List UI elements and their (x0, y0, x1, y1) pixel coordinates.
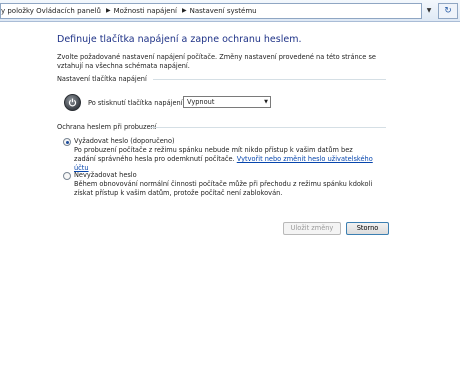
cancel-button[interactable]: Storno (346, 222, 389, 235)
page-title: Definuje tlačítka napájení a zapne ochra… (57, 34, 302, 45)
address-bar: y položky Ovládacích panelů ▶ Možnosti nap… (0, 0, 460, 22)
save-changes-button[interactable]: Uložit změny (283, 222, 341, 235)
chevron-down-icon: ▼ (264, 99, 268, 105)
chevron-right-icon[interactable]: ▶ (179, 7, 190, 14)
page-description: Zvolte požadované nastavení napájení poč… (57, 53, 376, 70)
no-password-label[interactable]: Nevyžadovat heslo (74, 171, 137, 179)
main-content: Definuje tlačítka napájení a zapne ochra… (0, 22, 460, 368)
chevron-right-icon[interactable]: ▶ (103, 7, 114, 14)
breadcrumb-item-power-options[interactable]: Možnosti napájení (114, 7, 179, 15)
power-button-label: Po stisknutí tlačítka napájení: (88, 99, 185, 107)
password-group-heading: Ochrana heslem při probuzení (57, 123, 157, 131)
breadcrumb-item-control-panel[interactable]: y položky Ovládacích panelů (1, 7, 103, 15)
address-dropdown-icon[interactable]: ▼ (424, 5, 434, 17)
require-password-label[interactable]: Vyžadovat heslo (doporučeno) (74, 137, 175, 145)
power-button-action-select[interactable]: Vypnout ▼ (183, 96, 271, 108)
refresh-icon[interactable]: ↻ (438, 3, 458, 19)
password-group-divider (150, 127, 386, 128)
breadcrumb-item-system-settings[interactable]: Nastavení systému (190, 7, 259, 15)
power-button-icon (64, 94, 81, 111)
no-password-radio[interactable] (63, 172, 71, 180)
breadcrumb[interactable]: y položky Ovládacích panelů ▶ Možnosti nap… (0, 3, 422, 19)
no-password-description: Během obnovování normální činnosti počít… (74, 180, 373, 197)
power-button-action-value: Vypnout (187, 98, 215, 106)
require-password-radio[interactable] (63, 138, 71, 146)
require-password-description: Po probuzení počítače z režimu spánku ne… (74, 146, 374, 173)
power-group-divider (153, 79, 386, 80)
power-group-heading: Nastavení tlačítka napájení (57, 75, 147, 83)
